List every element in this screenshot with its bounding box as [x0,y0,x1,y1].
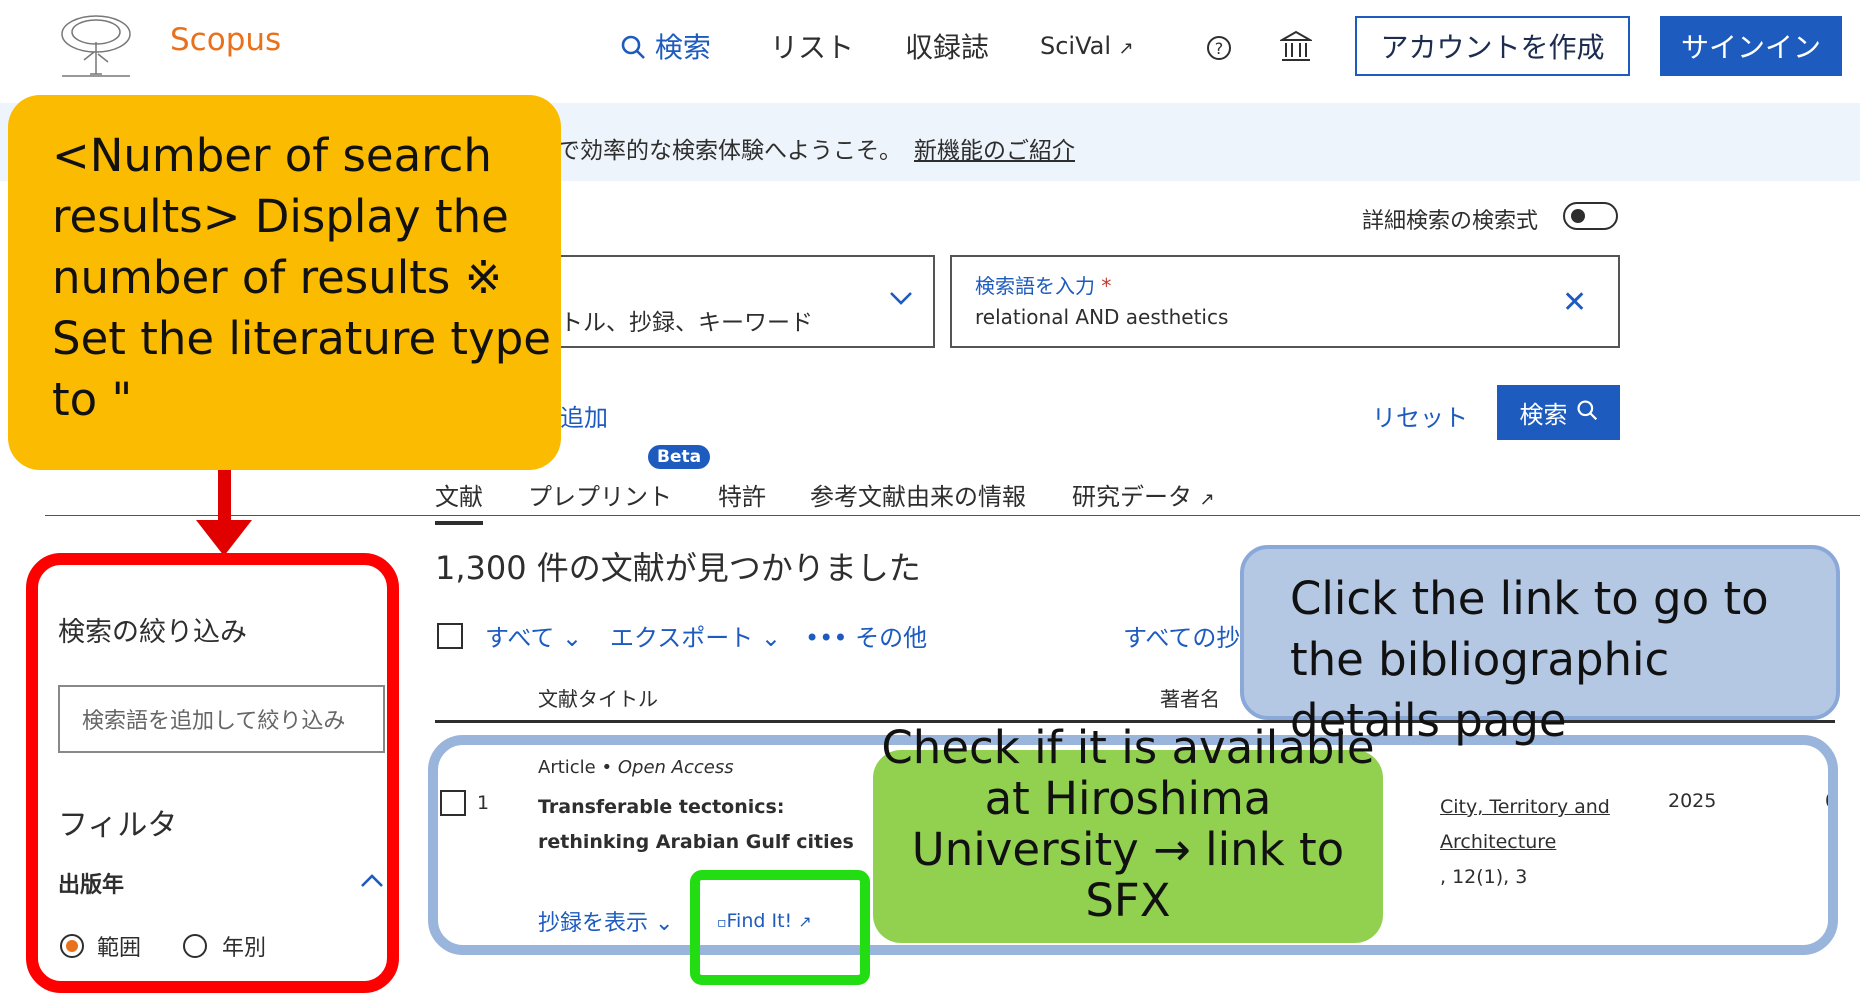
chevron-down-icon: ⌄ [760,624,782,652]
input-label-text: 検索語を入力 [975,274,1095,298]
search-icon [620,31,655,64]
search-icon [1576,399,1598,427]
toggle-knob [1571,209,1585,223]
tab-patents[interactable]: 特許 [718,477,766,512]
tab-research-data[interactable]: 研究データ ↗ [1072,477,1215,512]
column-title-header[interactable]: 文献タイトル [538,683,658,712]
beta-badge: Beta [648,445,711,469]
help-icon[interactable]: ? [1205,34,1233,66]
elsevier-logo[interactable] [54,12,138,82]
scopus-logo[interactable]: Scopus [170,22,281,58]
search-submit-button[interactable]: 検索 [1497,385,1620,440]
tab-preprints[interactable]: プレプリント [528,477,672,512]
svg-text:?: ? [1215,39,1224,58]
clear-icon[interactable]: ✕ [1562,285,1587,320]
show-all-abstracts-link[interactable]: すべての抄 [1123,618,1240,653]
add-search-field-link[interactable]: 追加 [560,398,608,433]
tab-secondary[interactable]: 参考文献由来の情報 [810,477,1026,512]
banner-message: で効率的な検索体験へようこそ。 [557,138,902,164]
advanced-query-label: 詳細検索の検索式 [1362,209,1539,234]
search-input-value[interactable]: relational AND aesthetics [975,305,1228,329]
select-all-checkbox[interactable] [437,623,463,649]
create-account-button[interactable]: アカウントを作成 [1355,16,1630,76]
red-arrow-head [196,520,252,556]
tab-research-data-label: 研究データ [1072,483,1192,511]
annotation-yellow-text: <Number of search results> Display the n… [52,129,551,426]
nav-search-label: 検索 [654,31,711,64]
reset-link[interactable]: リセット [1372,398,1468,433]
results-count: 1,300 件の文献が見つかりました [435,549,921,587]
nav-scival-label: SciVal [1040,32,1112,60]
banner-link[interactable]: 新機能のご紹介 [914,138,1075,164]
search-input-label: 検索語を入力 * [975,270,1111,299]
external-link-icon: ↗ [1118,38,1134,59]
nav-sources[interactable]: 収録誌 [905,26,989,66]
chevron-down-icon [888,288,914,308]
banner-text: で効率的な検索体験へようこそ。 新機能のご紹介 [557,131,1075,165]
select-all-dropdown[interactable]: すべて ⌄ [485,618,582,653]
required-mark: * [1101,274,1112,298]
tab-documents[interactable]: 文献 [435,477,483,525]
search-input[interactable] [950,255,1620,348]
annotation-green-text: Check if it is available at Hiroshima Un… [881,721,1375,927]
tabs-divider [45,515,1860,516]
search-field-value: トル、抄録、キーワード [560,310,813,336]
external-link-icon: ↗ [1199,489,1215,510]
search-submit-label: 検索 [1519,401,1568,429]
column-authors-header[interactable]: 著者名 [1160,683,1220,712]
export-label: エクスポート [610,624,754,652]
institution-icon[interactable] [1278,30,1314,68]
green-highlight-frame [690,870,870,985]
select-all-label: すべて [485,624,555,652]
more-label: その他 [855,624,928,652]
nav-scival[interactable]: SciVal ↗ [1040,32,1134,60]
more-menu[interactable]: ••• その他 [805,618,927,653]
nav-search[interactable]: 検索 [620,26,711,66]
red-highlight-frame [26,553,399,993]
sign-in-button[interactable]: サインイン [1660,16,1842,76]
more-icon: ••• [805,624,848,652]
export-dropdown[interactable]: エクスポート ⌄ [610,618,781,653]
nav-list[interactable]: リスト [770,26,854,66]
chevron-down-icon: ⌄ [562,624,583,652]
